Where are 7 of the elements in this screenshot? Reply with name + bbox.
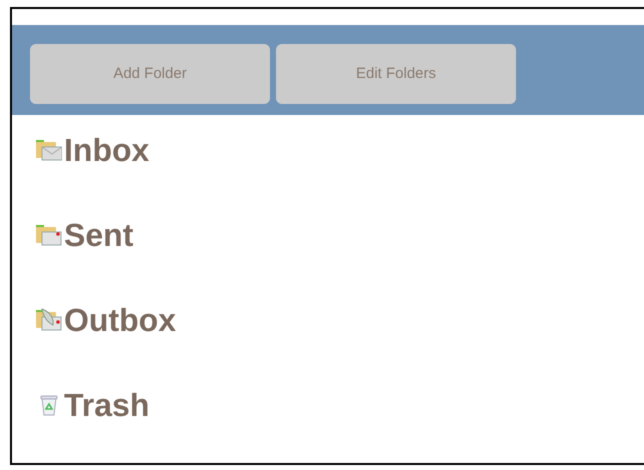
folder-label[interactable]: Outbox	[64, 304, 176, 336]
folder-label[interactable]: Trash	[64, 389, 150, 421]
folder-label[interactable]: Sent	[64, 219, 134, 251]
folder-envelope-icon	[36, 223, 62, 247]
folder-envelope-icon	[36, 138, 62, 162]
folder-label[interactable]: Inbox	[64, 134, 150, 166]
folder-feather-icon	[36, 308, 62, 332]
